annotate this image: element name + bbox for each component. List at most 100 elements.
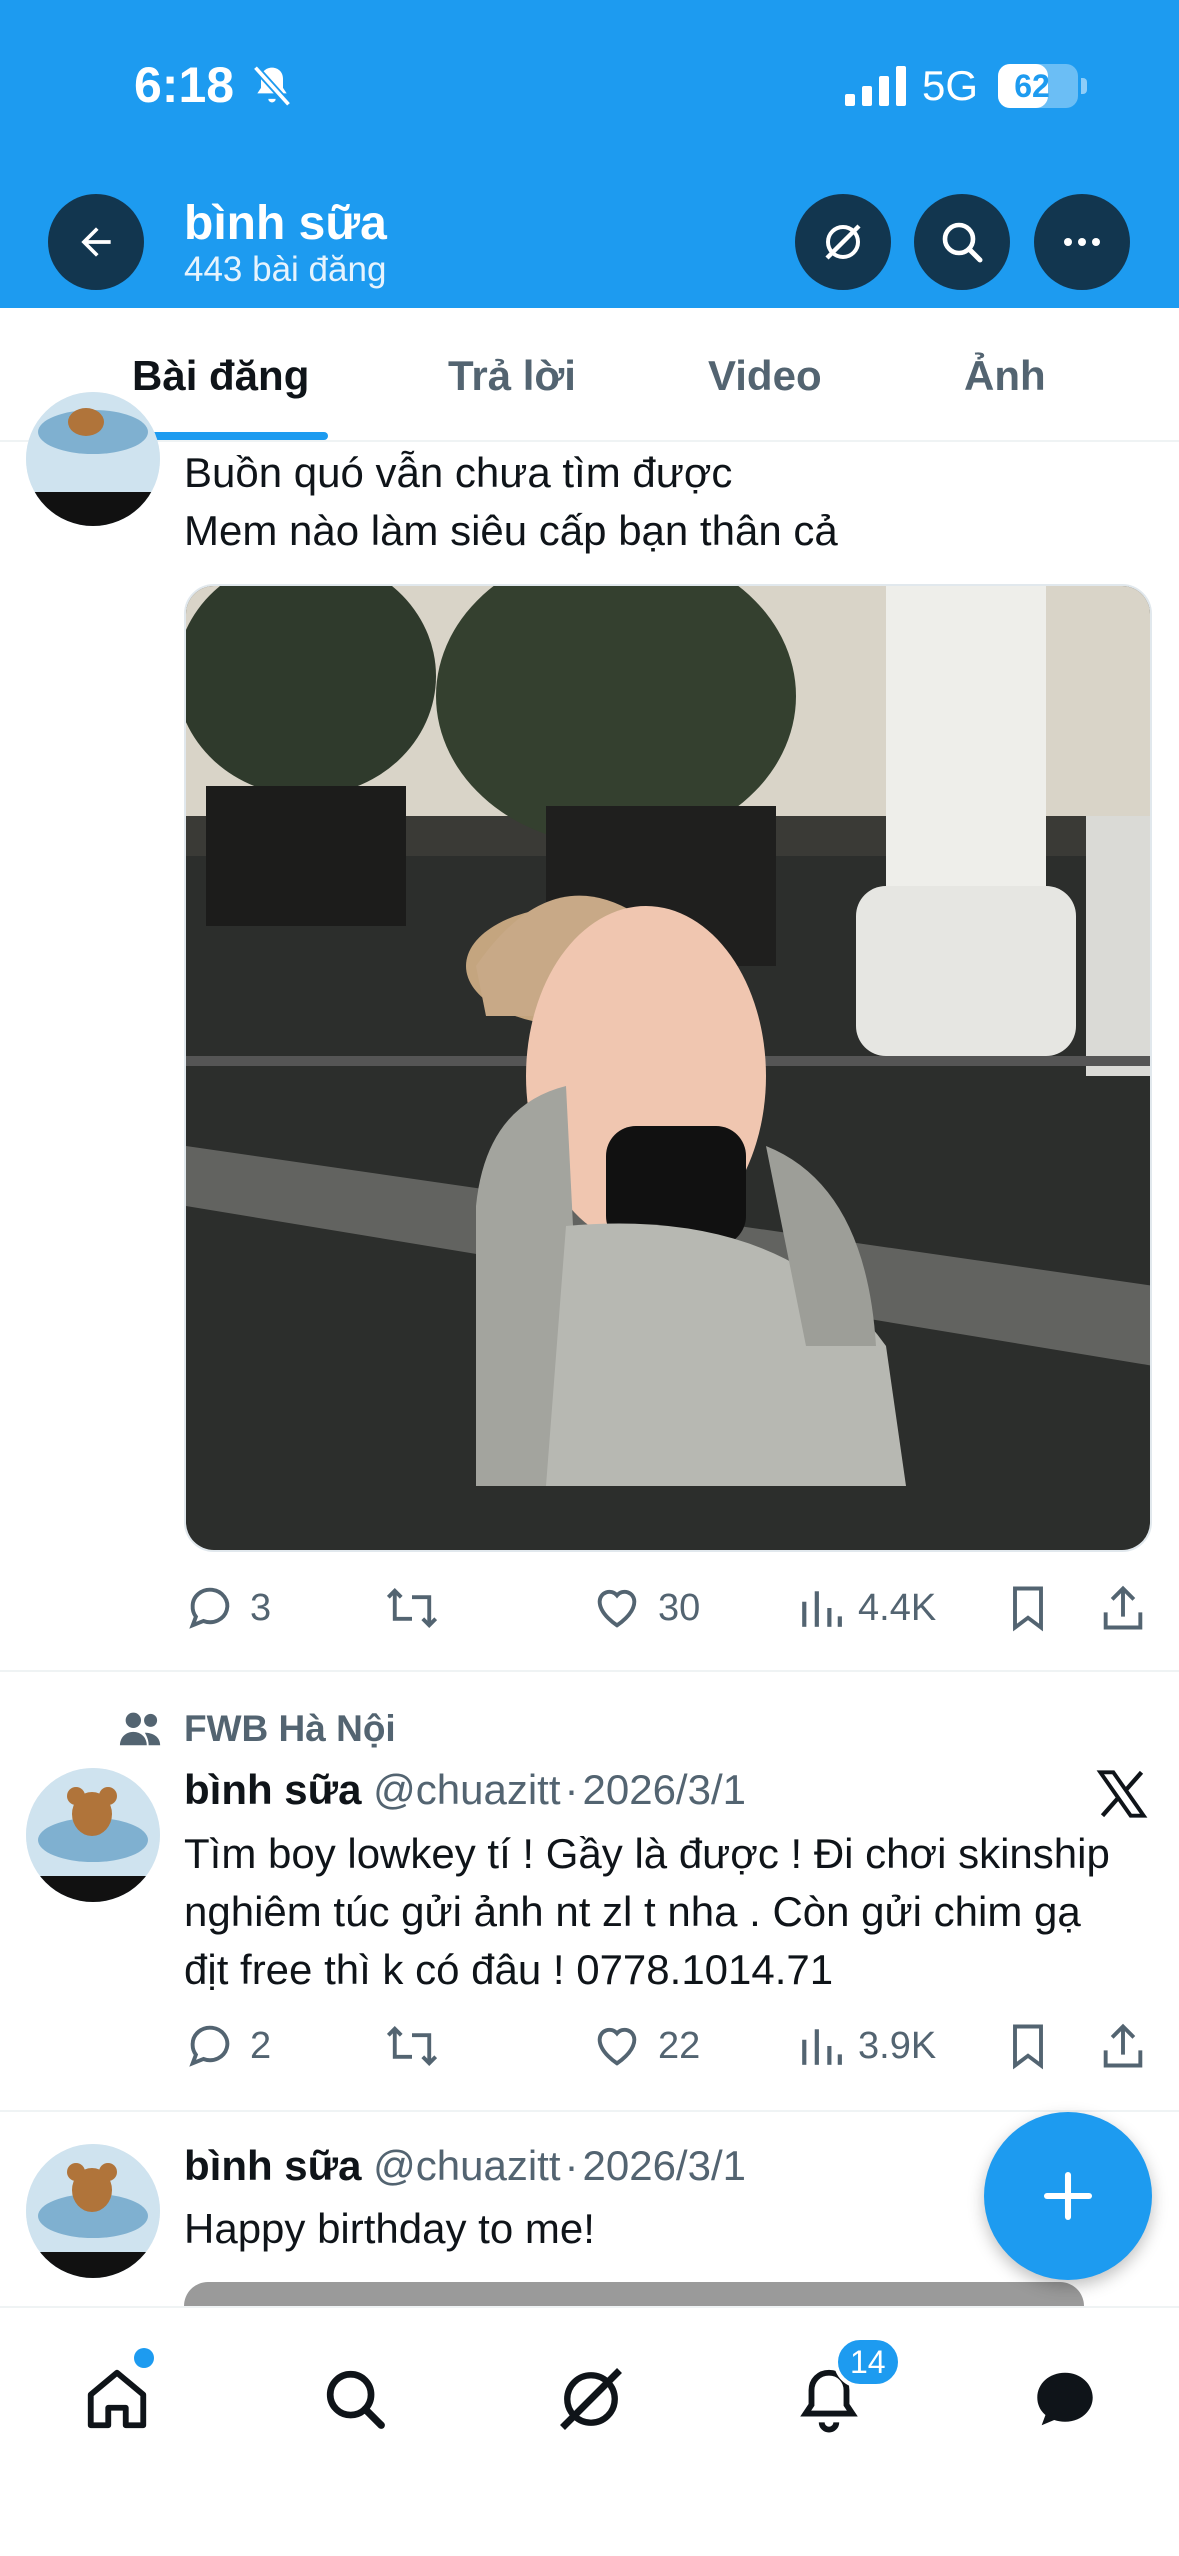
reply-button[interactable]: 2 xyxy=(184,2020,271,2072)
separator: · xyxy=(564,1766,579,1813)
repost-icon xyxy=(386,1588,438,1628)
nav-home[interactable] xyxy=(72,2354,162,2444)
tab-posts[interactable]: Bài đăng xyxy=(132,352,309,400)
views-button[interactable]: 3.9K xyxy=(798,2020,936,2072)
author-name[interactable]: bình sữa xyxy=(184,2142,361,2189)
search-icon xyxy=(326,2370,385,2429)
post-header: bình sữa @chuazitt·2026/3/1 xyxy=(184,2142,746,2190)
reply-count: 3 xyxy=(250,1586,272,1629)
battery-percent: 62 xyxy=(1014,68,1050,104)
share-icon xyxy=(1103,2023,1143,2068)
tab-photos[interactable]: Ảnh xyxy=(964,352,1046,400)
reply-button[interactable]: 3 xyxy=(184,1582,271,1634)
avatar[interactable] xyxy=(26,2144,160,2278)
post-text: Happy birthday to me! xyxy=(184,2200,595,2258)
grok-icon xyxy=(560,2368,622,2430)
grok-button[interactable] xyxy=(795,194,891,290)
community-icon xyxy=(119,1712,161,1746)
share-icon xyxy=(1103,1585,1143,1630)
post-line: địt free thì k có đâu ! 0778.1014.71 xyxy=(184,1946,834,1993)
reply-icon xyxy=(189,1587,230,1629)
compose-button[interactable] xyxy=(984,2112,1152,2280)
bottom-nav: 14 xyxy=(0,2306,1179,2556)
post-header: bình sữa @chuazitt·2026/3/1 xyxy=(184,1766,746,1814)
bookmark-icon xyxy=(1013,2024,1043,2070)
views-icon xyxy=(802,2029,842,2065)
battery-icon: 62 xyxy=(998,64,1078,108)
post-text: Buồn quó vẫn chưa tìm được Mem nào làm s… xyxy=(184,444,838,560)
avatar-image xyxy=(26,1768,160,1902)
views-icon xyxy=(802,1591,842,1627)
plus-icon xyxy=(1043,2171,1093,2221)
post-photo[interactable] xyxy=(184,584,1152,1552)
like-count: 22 xyxy=(658,2024,701,2067)
view-count: 3.9K xyxy=(858,2024,937,2067)
post-divider xyxy=(0,1670,1179,1672)
post-actions: 2 22 3.9K xyxy=(184,2020,1154,2080)
profile-tabs: Bài đăng Trả lời Video Ảnh xyxy=(0,308,1179,442)
view-count: 4.4K xyxy=(858,1586,937,1629)
home-unread-dot xyxy=(134,2348,154,2368)
tab-replies[interactable]: Trả lời xyxy=(448,352,576,400)
post-line: Buồn quó vẫn chưa tìm được xyxy=(184,449,733,496)
bookmark-button[interactable] xyxy=(1004,2020,1066,2072)
post-photo-image xyxy=(186,586,1150,1550)
post-divider xyxy=(0,2110,1179,2112)
heart-icon xyxy=(597,1589,637,1628)
avatar[interactable] xyxy=(26,1768,160,1902)
reply-count: 2 xyxy=(250,2024,272,2067)
search-button[interactable] xyxy=(914,194,1010,290)
author-handle[interactable]: @chuazitt xyxy=(373,2142,560,2189)
post-photo-partial[interactable] xyxy=(184,2282,1084,2306)
x-logo-icon xyxy=(1096,1770,1148,1818)
nav-grok[interactable] xyxy=(546,2354,636,2444)
more-button[interactable] xyxy=(1034,194,1130,290)
bookmark-button[interactable] xyxy=(1004,1582,1066,1634)
share-button[interactable] xyxy=(1098,2020,1162,2072)
messages-icon xyxy=(1037,2372,1093,2426)
network-type: 5G xyxy=(922,62,979,109)
like-count: 30 xyxy=(658,1586,701,1629)
nav-search[interactable] xyxy=(310,2354,400,2444)
post-line: Happy birthday to me! xyxy=(184,2205,595,2252)
notification-badge: 14 xyxy=(834,2336,902,2388)
post-date: 2026/3/1 xyxy=(582,2142,747,2189)
post-line: nghiêm túc gửi ảnh nt zl t nha . Còn gửi… xyxy=(184,1888,1081,1935)
profile-header: 6:18 5G 62 bình sữa 443 bài đăng xyxy=(0,0,1179,308)
like-button[interactable]: 30 xyxy=(590,1582,700,1634)
repost-icon xyxy=(386,2026,438,2066)
bell-muted-icon xyxy=(252,65,292,107)
heart-icon xyxy=(597,2027,637,2066)
post-line: Tìm boy lowkey tí ! Gầy là được ! Đi chơ… xyxy=(184,1830,1110,1877)
post-date: 2026/3/1 xyxy=(582,1766,747,1813)
back-button[interactable] xyxy=(48,194,144,290)
tab-video[interactable]: Video xyxy=(708,352,822,400)
post-text: Tìm boy lowkey tí ! Gầy là được ! Đi chơ… xyxy=(184,1825,1110,1999)
community-name[interactable]: FWB Hà Nội xyxy=(184,1708,396,1750)
profile-name: bình sữa xyxy=(184,197,387,250)
avatar-image xyxy=(26,392,160,526)
share-button[interactable] xyxy=(1098,1582,1162,1634)
signal-icon xyxy=(845,66,906,106)
search-icon xyxy=(942,222,983,263)
avatar[interactable] xyxy=(26,392,160,526)
more-icon xyxy=(1064,238,1100,246)
author-handle[interactable]: @chuazitt xyxy=(373,1766,560,1813)
avatar-image xyxy=(26,2144,160,2278)
repost-button[interactable] xyxy=(384,1582,454,1634)
home-icon xyxy=(87,2369,147,2429)
separator: · xyxy=(564,2142,579,2189)
post-count: 443 bài đăng xyxy=(184,250,387,289)
status-time: 6:18 xyxy=(134,57,235,113)
bookmark-icon xyxy=(1013,1586,1043,1632)
post-line: Mem nào làm siêu cấp bạn thân cả xyxy=(184,507,838,554)
nav-messages[interactable] xyxy=(1020,2354,1110,2444)
grok-icon xyxy=(825,224,861,260)
like-button[interactable]: 22 xyxy=(590,2020,700,2072)
views-button[interactable]: 4.4K xyxy=(798,1582,936,1634)
reply-icon xyxy=(189,2025,230,2067)
battery-tip xyxy=(1081,78,1087,94)
repost-button[interactable] xyxy=(384,2020,454,2072)
post-actions: 3 30 4.4K xyxy=(184,1582,1154,1642)
author-name[interactable]: bình sữa xyxy=(184,1766,361,1813)
